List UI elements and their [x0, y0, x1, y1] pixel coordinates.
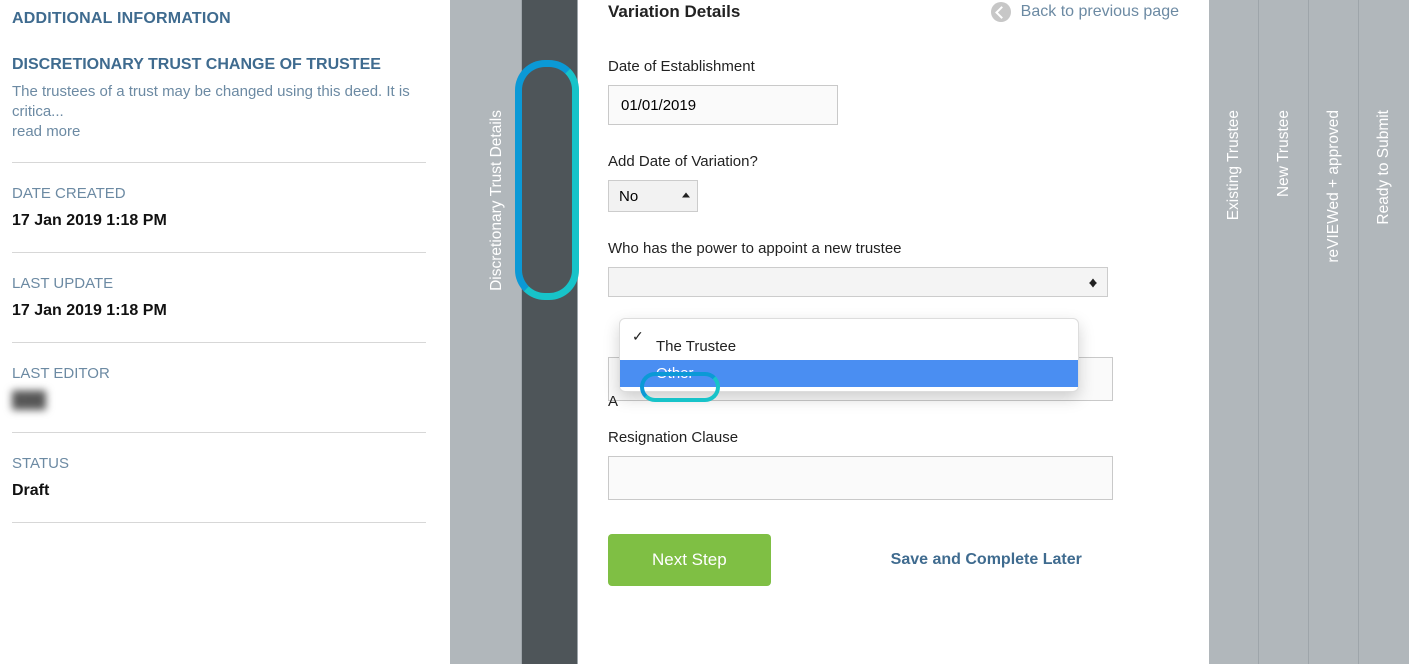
- step-active-highlight: [515, 60, 579, 300]
- date-created-label: DATE CREATED: [12, 185, 426, 202]
- divider: [12, 522, 426, 523]
- step-reviewed-approved-label: reVIEWed + approved: [1325, 110, 1343, 263]
- step-new-trustee[interactable]: New Trustee: [1259, 0, 1309, 664]
- last-update-value: 17 Jan 2019 1:18 PM: [12, 302, 426, 320]
- next-step-button[interactable]: Next Step: [608, 534, 771, 586]
- arrow-left-icon: [991, 2, 1011, 22]
- last-editor-label: LAST EDITOR: [12, 365, 426, 382]
- step-active[interactable]: Variation Details: [522, 0, 578, 664]
- step-new-trustee-label: New Trustee: [1275, 110, 1293, 197]
- last-editor-value: ███: [12, 392, 426, 410]
- power-option-blank[interactable]: [620, 323, 1078, 333]
- back-link[interactable]: Back to previous page: [991, 2, 1179, 22]
- info-panel: ADDITIONAL INFORMATION DISCRETIONARY TRU…: [0, 0, 450, 664]
- power-appoint-dropdown[interactable]: The Trustee Other: [619, 318, 1079, 392]
- app-root: ADDITIONAL INFORMATION DISCRETIONARY TRU…: [0, 0, 1409, 664]
- step-reviewed-approved[interactable]: reVIEWed + approved: [1309, 0, 1359, 664]
- step-existing-trustee[interactable]: Existing Trustee: [1209, 0, 1259, 664]
- step-prev[interactable]: Discretionary Trust Details: [472, 0, 522, 664]
- divider: [12, 252, 426, 253]
- power-option-other[interactable]: Other: [620, 360, 1078, 387]
- step-prev-label: Discretionary Trust Details: [488, 110, 506, 291]
- save-complete-later-link[interactable]: Save and Complete Later: [891, 551, 1082, 569]
- date-establishment-input[interactable]: [608, 85, 838, 125]
- power-option-trustee[interactable]: The Trustee: [620, 333, 1078, 360]
- last-update-label: LAST UPDATE: [12, 275, 426, 292]
- divider: [12, 342, 426, 343]
- back-link-label: Back to previous page: [1021, 3, 1179, 21]
- appointor-label-partial: A: [608, 393, 618, 410]
- spacer-strip: [450, 0, 472, 664]
- status-value: Draft: [12, 482, 426, 500]
- resignation-input[interactable]: [608, 456, 1113, 500]
- page-title: Variation Details: [608, 2, 740, 22]
- doc-desc: The trustees of a trust may be changed u…: [12, 82, 426, 123]
- resignation-label: Resignation Clause: [608, 429, 1179, 446]
- step-ready-submit-label: Ready to Submit: [1375, 110, 1393, 225]
- power-appoint-label: Who has the power to appoint a new trust…: [608, 240, 1179, 257]
- divider: [12, 162, 426, 163]
- form-panel: Variation Details Back to previous page …: [578, 0, 1209, 664]
- step-ready-submit[interactable]: Ready to Submit: [1359, 0, 1409, 664]
- date-created-value: 17 Jan 2019 1:18 PM: [12, 212, 426, 230]
- status-label: STATUS: [12, 455, 426, 472]
- doc-title: DISCRETIONARY TRUST CHANGE OF TRUSTEE: [12, 56, 426, 74]
- right-steps: Existing Trustee New Trustee reVIEWed + …: [1209, 0, 1409, 664]
- date-establishment-label: Date of Establishment: [608, 58, 1179, 75]
- divider: [12, 432, 426, 433]
- add-date-variation-select[interactable]: No: [608, 180, 698, 212]
- add-date-variation-label: Add Date of Variation?: [608, 153, 1179, 170]
- read-more-link[interactable]: read more: [12, 123, 426, 140]
- step-existing-trustee-label: Existing Trustee: [1225, 110, 1243, 220]
- info-heading: ADDITIONAL INFORMATION: [12, 10, 426, 28]
- power-appoint-select[interactable]: [608, 267, 1108, 297]
